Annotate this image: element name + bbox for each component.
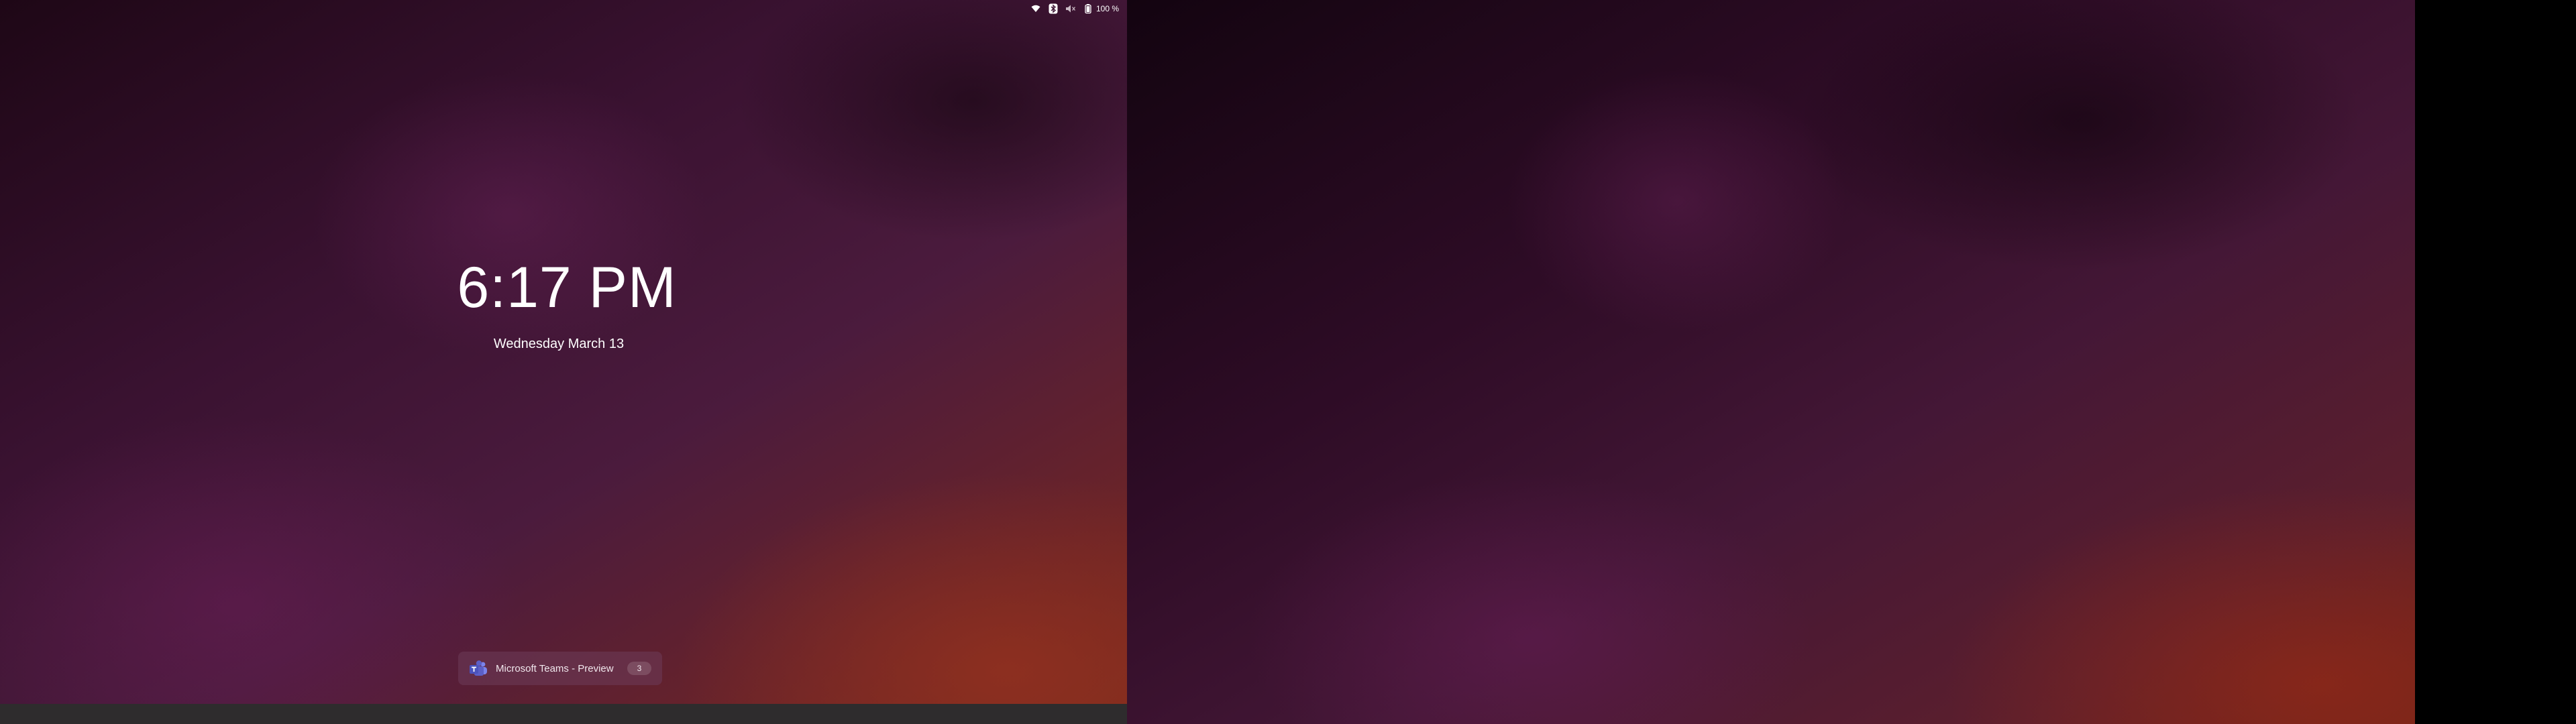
volume-muted-icon[interactable] <box>1065 3 1076 14</box>
bluetooth-icon[interactable] <box>1048 3 1059 14</box>
battery-percentage: 100 % <box>1095 4 1119 13</box>
clock-date: Wednesday March 13 <box>493 337 625 351</box>
battery-indicator[interactable]: 100 % <box>1083 3 1119 14</box>
notification-count-badge: 3 <box>627 662 651 675</box>
bottom-dock-strip <box>0 704 1127 724</box>
notification-microsoft-teams[interactable]: Microsoft Teams - Preview 3 <box>458 652 662 685</box>
primary-monitor-lock-screen: 100 % 6:17 PM Wednesday March 13 Microso… <box>0 0 1127 724</box>
notification-app-name: Microsoft Teams - Preview <box>496 662 614 674</box>
wifi-icon[interactable] <box>1030 3 1041 14</box>
lock-screen-clock[interactable]: 6:17 PM Wednesday March 13 <box>0 259 1127 352</box>
system-status-area[interactable]: 100 % <box>1030 3 1119 15</box>
clock-time: 6:17 PM <box>457 255 677 320</box>
teams-icon <box>469 659 488 678</box>
secondary-monitor-lock-screen <box>1127 0 2415 724</box>
battery-icon <box>1083 3 1093 14</box>
unused-display-area <box>2415 0 2576 724</box>
